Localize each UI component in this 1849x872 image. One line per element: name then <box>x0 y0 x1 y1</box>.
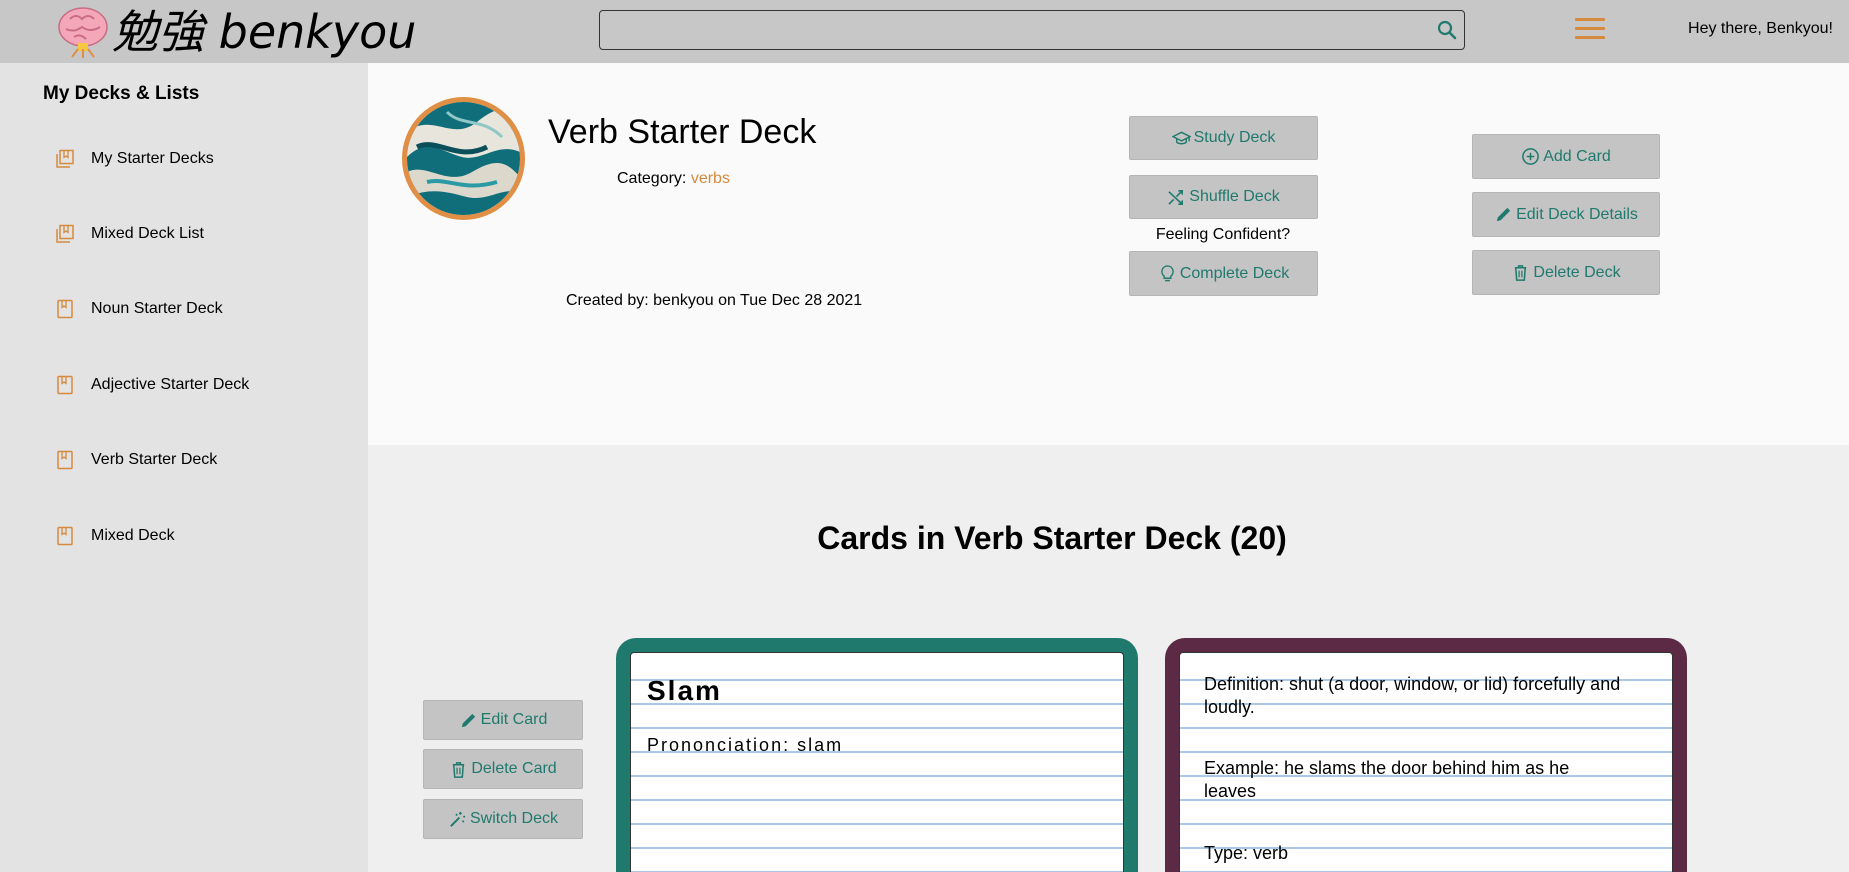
complete-deck-button[interactable]: Complete Deck <box>1129 251 1318 296</box>
add-card-button[interactable]: Add Card <box>1472 134 1660 179</box>
deck-list-icon <box>56 224 74 243</box>
deck-title: Verb Starter Deck <box>548 113 817 151</box>
edit-card-button[interactable]: Edit Card <box>423 700 583 740</box>
marble-image <box>407 102 520 215</box>
study-deck-button[interactable]: Study Deck <box>1129 116 1318 160</box>
sidebar-item-label: Adjective Starter Deck <box>91 376 250 393</box>
brain-icon <box>58 6 108 58</box>
logo-text: 勉強 benkyou <box>112 4 417 59</box>
graduation-cap-icon <box>1171 131 1191 144</box>
sidebar-item-mixed-deck-list[interactable]: Mixed Deck List <box>55 224 204 244</box>
deck-created-by: Created by: benkyou on Tue Dec 28 2021 <box>566 292 863 309</box>
user-greeting: Hey there, Benkyou! <box>1688 20 1833 37</box>
sidebar-item-label: Verb Starter Deck <box>91 451 218 468</box>
plus-circle-icon <box>1522 148 1540 165</box>
sidebar-item-label: Noun Starter Deck <box>91 300 223 317</box>
card-pronunciation: Prononciation: slam <box>647 735 844 755</box>
delete-deck-button[interactable]: Delete Deck <box>1472 250 1660 295</box>
sidebar-item-verb-starter-deck[interactable]: Verb Starter Deck <box>55 450 217 470</box>
card-word: Slam <box>647 675 722 706</box>
logo[interactable]: 勉強 benkyou <box>56 0 416 63</box>
deck-list-icon <box>56 149 74 168</box>
pencil-icon <box>461 713 475 727</box>
sidebar-item-label: Mixed Deck List <box>91 225 204 242</box>
flashcard-front-face: Slam Prononciation: slam <box>630 652 1124 872</box>
category-label: Category: <box>617 170 687 187</box>
flashcard-back[interactable]: Definition: shut (a door, window, or lid… <box>1165 638 1687 872</box>
search-input[interactable] <box>600 11 1420 47</box>
hamburger-menu-icon[interactable] <box>1575 18 1605 42</box>
bookmark-book-icon <box>57 375 73 395</box>
trash-icon <box>453 761 465 778</box>
lightbulb-icon <box>1161 265 1174 282</box>
pencil-icon <box>1496 207 1511 222</box>
search-icon[interactable] <box>1436 19 1458 41</box>
flashcard-front[interactable]: Slam Prononciation: slam <box>616 638 1138 872</box>
sidebar-item-noun-starter-deck[interactable]: Noun Starter Deck <box>55 299 223 319</box>
category-value-link[interactable]: verbs <box>691 170 730 187</box>
sidebar-item-label: My Starter Decks <box>91 150 214 167</box>
deck-image <box>402 97 525 220</box>
trash-icon <box>1515 265 1527 281</box>
bookmark-book-icon <box>57 450 73 470</box>
edit-deck-details-button[interactable]: Edit Deck Details <box>1472 192 1660 237</box>
top-bar: 勉強 benkyou Hey there, Benkyou! <box>0 0 1849 63</box>
card-definition: Definition: shut (a door, window, or lid… <box>1204 674 1621 717</box>
search-bar <box>599 10 1465 50</box>
deck-category: Category: verbs <box>617 170 730 188</box>
magic-wand-icon <box>450 811 466 827</box>
cards-section-title: Cards in Verb Starter Deck (20) <box>817 520 1287 556</box>
delete-card-button[interactable]: Delete Card <box>423 749 583 789</box>
switch-deck-button[interactable]: Switch Deck <box>423 799 583 839</box>
card-type: Type: verb <box>1204 843 1289 863</box>
shuffle-deck-button[interactable]: Shuffle Deck <box>1129 175 1318 219</box>
feeling-confident-prompt: Feeling Confident? <box>1155 226 1291 243</box>
sidebar-item-adjective-starter-deck[interactable]: Adjective Starter Deck <box>55 375 249 395</box>
sidebar-item-my-starter-decks[interactable]: My Starter Decks <box>55 149 214 169</box>
card-example: Example: he slams the door behind him as… <box>1204 758 1570 801</box>
bookmark-book-icon <box>57 299 73 319</box>
sidebar-title: My Decks & Lists <box>43 83 200 104</box>
shuffle-icon <box>1168 189 1184 205</box>
flashcard-back-face: Definition: shut (a door, window, or lid… <box>1179 652 1673 872</box>
